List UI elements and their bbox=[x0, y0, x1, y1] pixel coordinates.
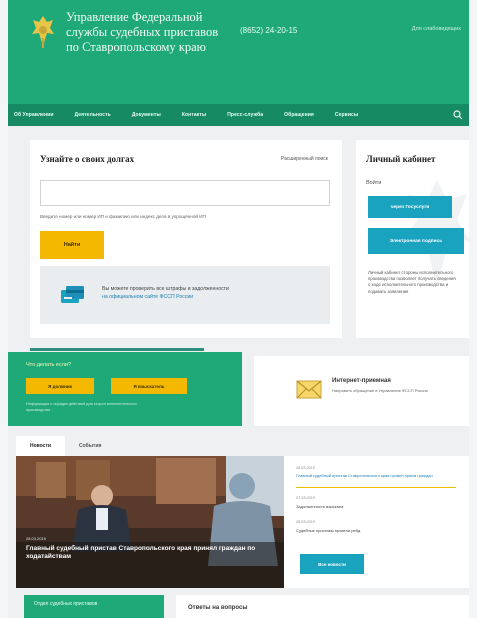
what-to-do-block: Что делать если? Я должник Я взыскатель … bbox=[8, 352, 242, 426]
header-phone[interactable]: (8652) 24-20-15 bbox=[240, 26, 297, 35]
promo-top-bar bbox=[30, 348, 204, 351]
news-item-text[interactable]: Главный судебный пристав Ставропольского… bbox=[296, 473, 458, 479]
news-item-date: 28.03.2019 bbox=[296, 466, 316, 470]
all-news-button[interactable]: Все новости bbox=[300, 554, 364, 574]
envelope-icon bbox=[296, 380, 322, 399]
org-name-line3: по Ставропольскому краю bbox=[66, 40, 207, 54]
reception-title: Интернет-приемная bbox=[332, 378, 391, 384]
info-text-link[interactable]: на официальном сайте ФССП России bbox=[102, 294, 193, 300]
promo-title: Что делать если? bbox=[26, 362, 72, 368]
news-divider bbox=[296, 487, 456, 488]
news-item-text[interactable]: Судебные приставы провели рейд bbox=[296, 528, 458, 534]
news-item-date: 27.03.2019 bbox=[296, 496, 316, 500]
card-icon bbox=[61, 286, 84, 303]
personal-cabinet-card: Личный кабинет Войти через Госуслуги Эле… bbox=[356, 140, 469, 338]
org-name-line2: службы судебных приставов bbox=[66, 25, 219, 39]
news-list: 28.03.2019 Главный судебный пристав Став… bbox=[284, 456, 469, 588]
search-icon[interactable] bbox=[453, 110, 463, 120]
cabinet-description: Личный кабинет стороны исполнительного п… bbox=[368, 270, 456, 294]
internet-reception-block[interactable]: Интернет-приемная Направить обращение в … bbox=[254, 356, 469, 426]
nav-item-appeals[interactable]: Обращения bbox=[284, 112, 314, 118]
faq-block: Ответы на вопросы bbox=[176, 595, 469, 618]
debt-search-hint: Введите номер или номер ИП и фамилию или… bbox=[40, 214, 206, 219]
info-box: Вы можете проверить все штрафы и задолже… bbox=[40, 266, 330, 324]
bottom-green-block[interactable]: Отдел судебных приставов bbox=[24, 595, 164, 618]
advanced-search-link[interactable]: Расширенный поиск bbox=[281, 156, 328, 162]
signature-login-button[interactable]: Электронная подпись bbox=[368, 228, 464, 254]
nav-item-about[interactable]: Об Управлении bbox=[14, 112, 54, 118]
gosuslugi-login-button[interactable]: через Госуслуги bbox=[368, 196, 452, 218]
debtor-button[interactable]: Я должник bbox=[26, 378, 94, 394]
main-news-photo[interactable] bbox=[16, 456, 284, 588]
bottom-green-text: Отдел судебных приставов bbox=[34, 601, 98, 607]
news-item-text[interactable]: Задолженность взыскана bbox=[296, 504, 458, 510]
page-frame: Управление Федеральной службы судебных п… bbox=[8, 0, 469, 618]
nav-item-activity[interactable]: Деятельность bbox=[75, 112, 111, 118]
nav-item-services[interactable]: Сервисы bbox=[335, 112, 358, 118]
news-photo-image bbox=[16, 456, 284, 588]
org-name[interactable]: Управление Федеральной службы судебных п… bbox=[66, 10, 226, 55]
tab-events[interactable]: События bbox=[65, 436, 115, 456]
main-nav: Об Управлении Деятельность Документы Кон… bbox=[8, 104, 469, 126]
nav-item-contacts[interactable]: Контакты bbox=[182, 112, 206, 118]
tab-news[interactable]: Новости bbox=[16, 436, 65, 456]
reception-description: Направить обращение в Управление ФССП Ро… bbox=[332, 388, 428, 393]
news-item-date: 26.03.2019 bbox=[296, 520, 316, 524]
info-text-line1: Вы можете проверить все штрафы и задолже… bbox=[102, 286, 229, 292]
debt-title: Узнайте о своих долгах bbox=[40, 154, 135, 164]
nav-item-documents[interactable]: Документы bbox=[132, 112, 161, 118]
news-tabs: Новости События bbox=[16, 436, 115, 456]
promo-note: Информация о порядке действий для сторон… bbox=[26, 402, 137, 412]
faq-title: Ответы на вопросы bbox=[188, 605, 248, 611]
find-button[interactable]: Найти bbox=[40, 231, 104, 259]
main-news-caption[interactable]: Главный судебный пристав Ставропольского… bbox=[26, 545, 276, 561]
cabinet-title: Личный кабинет bbox=[366, 154, 436, 164]
cabinet-login-label: Войти bbox=[366, 180, 382, 186]
debt-search-input[interactable] bbox=[40, 180, 330, 206]
debt-search-card: Узнайте о своих долгах Расширенный поиск… bbox=[30, 140, 342, 338]
org-name-line1: Управление Федеральной bbox=[66, 10, 203, 24]
emblem-icon bbox=[32, 16, 54, 48]
main-news-date: 28.03.2019 bbox=[26, 536, 47, 541]
creditor-button[interactable]: Я взыскатель bbox=[111, 378, 187, 394]
accessibility-link[interactable]: Для слабовидящих bbox=[412, 26, 461, 32]
site-header: Управление Федеральной службы судебных п… bbox=[8, 0, 469, 104]
nav-item-press[interactable]: Пресс-служба bbox=[227, 112, 263, 118]
